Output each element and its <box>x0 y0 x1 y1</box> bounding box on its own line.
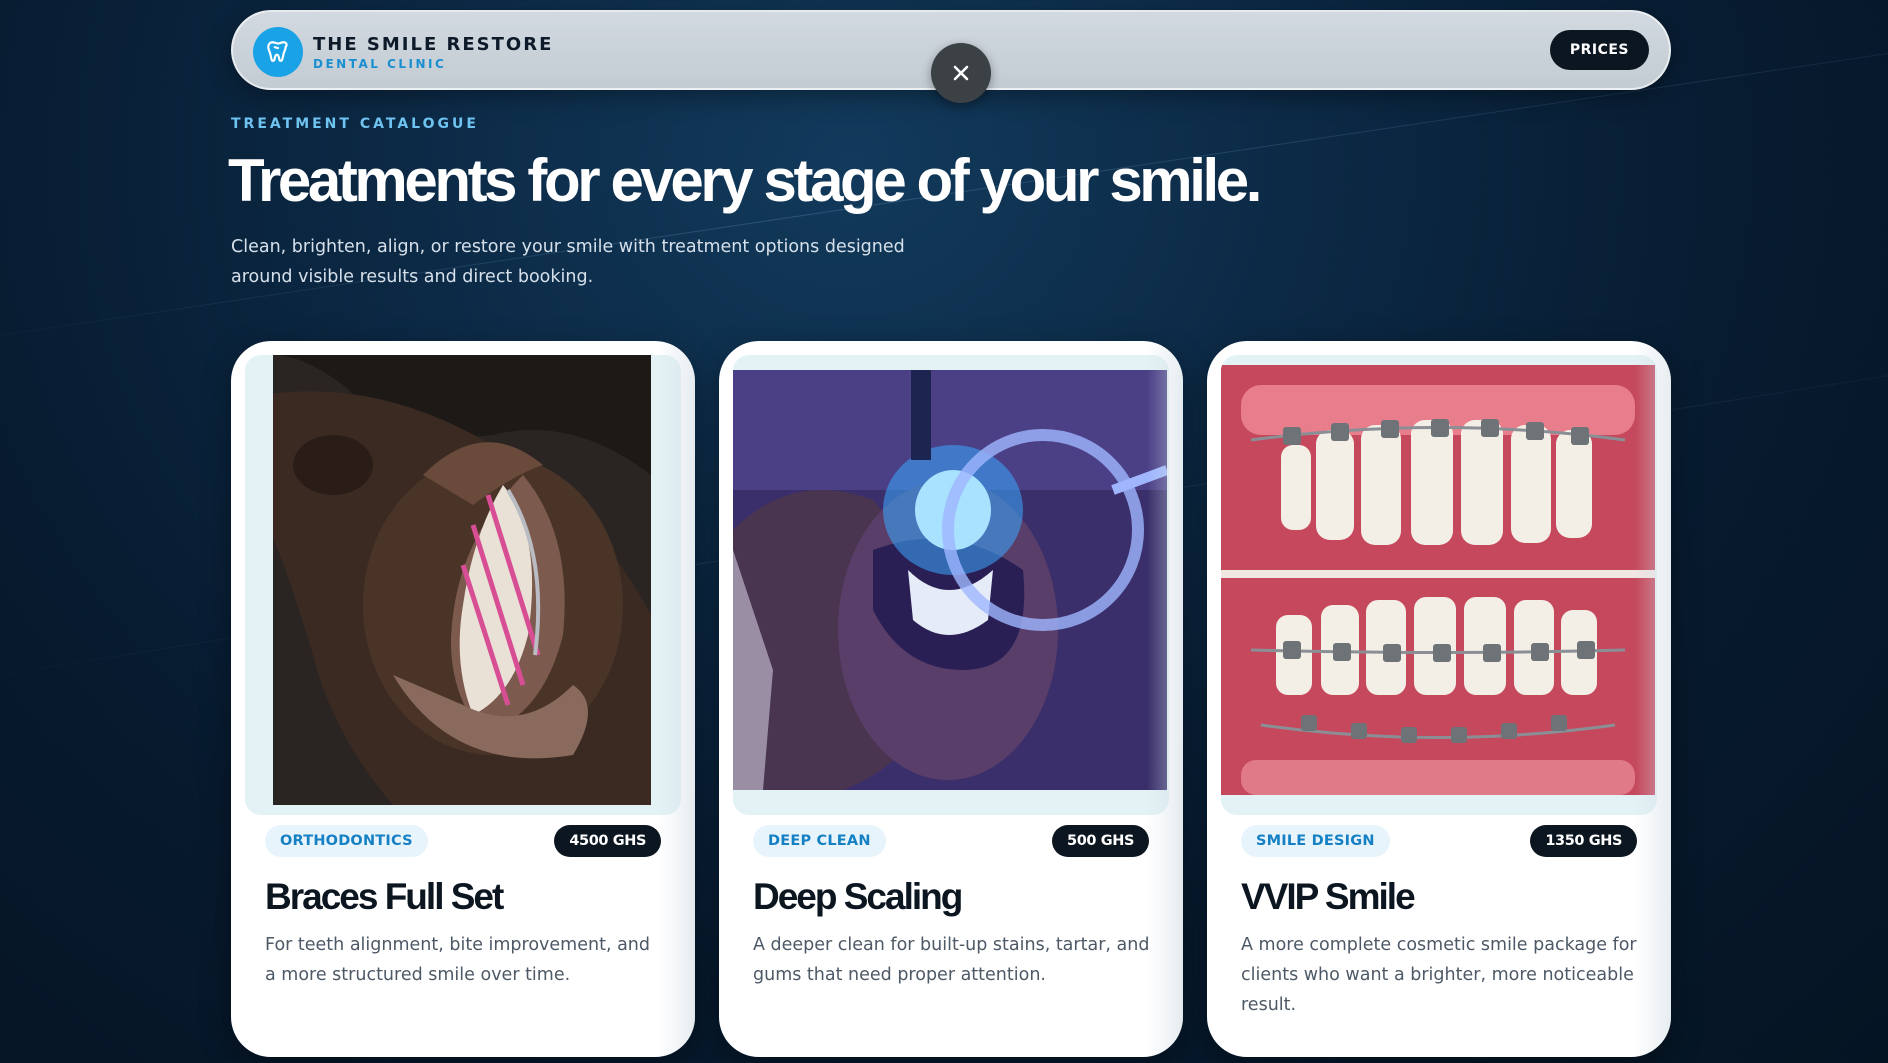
price-badge: 500 GHS <box>1052 825 1149 857</box>
treatment-card[interactable]: DEEP CLEAN 500 GHS Deep Scaling A deeper… <box>719 341 1183 1057</box>
category-badge: SMILE DESIGN <box>1241 825 1390 857</box>
page-title: Treatments for every stage of your smile… <box>228 147 1262 214</box>
section-eyebrow: TREATMENT CATALOGUE <box>231 116 479 132</box>
treatment-photo <box>1221 365 1655 795</box>
close-icon <box>953 65 969 81</box>
treatment-image-frame <box>733 355 1169 815</box>
treatment-title[interactable]: Braces Full Set <box>265 876 504 918</box>
treatment-description: A more complete cosmetic smile package f… <box>1241 935 1637 1015</box>
treatment-image-frame <box>1221 355 1657 815</box>
brand-subtitle: DENTAL CLINIC <box>313 57 447 71</box>
treatment-title[interactable]: Deep Scaling <box>753 876 963 918</box>
price-badge: 1350 GHS <box>1530 825 1637 857</box>
treatment-photo <box>273 355 651 805</box>
treatment-title[interactable]: VVIP Smile <box>1241 876 1416 918</box>
treatment-photo <box>733 370 1167 790</box>
treatment-description: A deeper clean for built-up stains, tart… <box>753 935 1150 985</box>
price-badge: 4500 GHS <box>554 825 661 857</box>
tooth-icon[interactable] <box>253 27 303 77</box>
treatment-image-frame <box>245 355 681 815</box>
treatment-card[interactable]: ORTHODONTICS 4500 GHS Braces Full Set Fo… <box>231 341 695 1057</box>
close-button[interactable] <box>931 43 991 103</box>
page-subtitle: Clean, brighten, align, or restore your … <box>231 237 905 287</box>
brand-name[interactable]: THE SMILE RESTORE <box>313 34 553 55</box>
treatment-description: For teeth alignment, bite improvement, a… <box>265 935 650 985</box>
treatment-card[interactable]: SMILE DESIGN 1350 GHS VVIP Smile A more … <box>1207 341 1671 1057</box>
category-badge: ORTHODONTICS <box>265 825 428 857</box>
category-badge: DEEP CLEAN <box>753 825 886 857</box>
prices-button[interactable]: PRICES <box>1549 30 1649 70</box>
